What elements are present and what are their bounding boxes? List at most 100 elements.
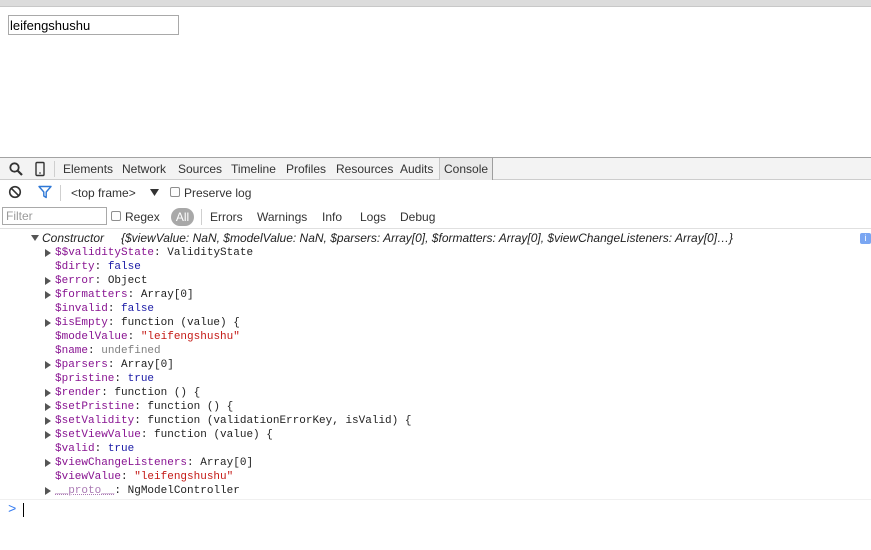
tab-elements[interactable]: Elements: [59, 158, 117, 180]
regex-checkbox[interactable]: [111, 211, 121, 221]
property-key: $error: [55, 275, 95, 287]
expand-arrow-icon[interactable]: [45, 291, 51, 299]
console-toolbar: <top frame> Preserve log: [0, 180, 871, 205]
console-filter-bar: Regex All Errors Warnings Info Logs Debu…: [0, 205, 871, 229]
property-row[interactable]: $error: Object: [0, 274, 871, 288]
property-separator: :: [134, 415, 148, 427]
level-logs-button[interactable]: Logs: [360, 210, 386, 224]
property-row[interactable]: __proto__: NgModelController: [0, 484, 871, 498]
property-row[interactable]: $render: function () {: [0, 386, 871, 400]
property-row[interactable]: $setValidity: function (validationErrorK…: [0, 414, 871, 428]
property-value: true: [127, 373, 155, 385]
level-all-button[interactable]: All: [171, 208, 194, 226]
property-value: function (value) {: [154, 429, 273, 441]
property-row[interactable]: $setPristine: function () {: [0, 400, 871, 414]
property-key: $isEmpty: [55, 317, 108, 329]
property-value: function (value) {: [121, 317, 240, 329]
expand-arrow-icon[interactable]: [45, 417, 51, 425]
expand-arrow-icon[interactable]: [45, 249, 51, 257]
property-row: $dirty: false: [0, 260, 871, 274]
property-separator: :: [107, 303, 122, 315]
property-separator: :: [187, 457, 201, 469]
property-separator: :: [94, 443, 108, 455]
expand-arrow-icon[interactable]: [45, 459, 51, 467]
expand-arrow-icon[interactable]: [45, 389, 51, 397]
property-separator: :: [94, 275, 108, 287]
tab-network[interactable]: Network: [118, 158, 170, 180]
filter-icon[interactable]: [38, 185, 52, 199]
property-row: $viewValue: "leifengshushu": [0, 470, 871, 484]
property-value: "leifengshushu": [134, 471, 234, 483]
property-value: Array[0]: [140, 289, 194, 301]
object-header-row[interactable]: Constructor {$viewValue: NaN, $modelValu…: [0, 231, 871, 245]
level-info-button[interactable]: Info: [322, 210, 342, 224]
property-row: $modelValue: "leifengshushu": [0, 330, 871, 344]
tab-profiles[interactable]: Profiles: [282, 158, 330, 180]
property-key: $setPristine: [55, 401, 135, 413]
tab-sources[interactable]: Sources: [174, 158, 226, 180]
property-separator: :: [134, 401, 148, 413]
search-icon[interactable]: [8, 161, 24, 177]
level-errors-button[interactable]: Errors: [210, 210, 243, 224]
expand-arrow-icon[interactable]: [45, 319, 51, 327]
property-row: $invalid: false: [0, 302, 871, 316]
property-row: $name: undefined: [0, 344, 871, 358]
property-row: $pristine: true: [0, 372, 871, 386]
expand-toggle-icon[interactable]: [31, 235, 39, 241]
toolbar-divider: [54, 161, 55, 177]
level-debug-button[interactable]: Debug: [400, 210, 435, 224]
expand-arrow-icon[interactable]: [45, 361, 51, 369]
level-warnings-button[interactable]: Warnings: [257, 210, 307, 224]
property-value: true: [107, 443, 135, 455]
toolbar-divider: [201, 209, 202, 225]
tab-resources[interactable]: Resources: [332, 158, 397, 180]
property-separator: :: [127, 289, 141, 301]
info-icon[interactable]: i: [860, 233, 871, 244]
regex-label: Regex: [125, 210, 160, 224]
property-separator: :: [107, 359, 122, 371]
property-key: $setValidity: [55, 415, 135, 427]
property-key: $pristine: [55, 373, 115, 385]
tab-console[interactable]: Console: [439, 158, 494, 180]
property-separator: :: [127, 331, 141, 343]
property-row[interactable]: $formatters: Array[0]: [0, 288, 871, 302]
devtools-panel: Elements Network Sources Timeline Profil…: [0, 157, 871, 550]
console-prompt-row[interactable]: >: [0, 499, 871, 520]
property-separator: :: [114, 373, 128, 385]
property-key: $setViewValue: [55, 429, 141, 441]
devtools-tabbar: Elements Network Sources Timeline Profil…: [0, 157, 871, 180]
device-mode-icon[interactable]: [32, 161, 48, 177]
property-separator: :: [140, 429, 155, 441]
expand-arrow-icon[interactable]: [45, 431, 51, 439]
page-text-input[interactable]: [8, 15, 179, 35]
preserve-log-checkbox[interactable]: [170, 187, 180, 197]
property-key: $valid: [55, 443, 95, 455]
property-row[interactable]: $$validityState: ValidityState: [0, 246, 871, 260]
property-key: $viewValue: [55, 471, 122, 483]
property-row[interactable]: $parsers: Array[0]: [0, 358, 871, 372]
prompt-chevron-icon: >: [8, 502, 17, 518]
property-row[interactable]: $viewChangeListeners: Array[0]: [0, 456, 871, 470]
property-value: "leifengshushu": [140, 331, 240, 343]
property-value: Array[0]: [121, 359, 174, 371]
property-value: function () {: [147, 401, 234, 413]
tab-timeline[interactable]: Timeline: [227, 158, 280, 180]
property-value: function (validationErrorKey, isValid) {: [147, 415, 412, 427]
tab-audits[interactable]: Audits: [396, 158, 437, 180]
filter-input[interactable]: [2, 207, 107, 225]
property-row[interactable]: $isEmpty: function (value) {: [0, 316, 871, 330]
chevron-down-icon[interactable]: [150, 189, 159, 196]
property-value: Object: [107, 275, 148, 287]
property-key: $render: [55, 387, 102, 399]
toolbar-divider: [60, 185, 61, 201]
expand-arrow-icon[interactable]: [45, 403, 51, 411]
expand-arrow-icon[interactable]: [45, 277, 51, 285]
expand-arrow-icon[interactable]: [45, 487, 51, 495]
clear-console-icon[interactable]: [8, 185, 22, 199]
context-selector[interactable]: <top frame>: [71, 186, 136, 200]
property-separator: :: [114, 485, 128, 497]
property-separator: :: [107, 317, 122, 329]
property-row[interactable]: $setViewValue: function (value) {: [0, 428, 871, 442]
preserve-log-label: Preserve log: [184, 186, 252, 200]
property-value: function () {: [114, 387, 201, 399]
